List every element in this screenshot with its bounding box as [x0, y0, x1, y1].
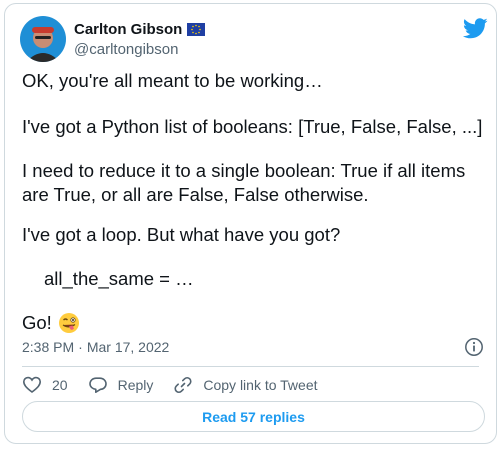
- author-name[interactable]: Carlton Gibson: [74, 21, 182, 38]
- tweet-card: Carlton Gibson @carltongibson OK, you're…: [4, 3, 497, 444]
- tweet-code-line: all_the_same = …: [44, 268, 194, 289]
- copy-link-button[interactable]: Copy link to Tweet: [173, 375, 318, 395]
- tweet-line-4: I've got a loop. But what have you got?: [22, 224, 341, 245]
- eu-flag-icon: [187, 23, 206, 36]
- tweet-line-2: I've got a Python list of booleans: [Tru…: [22, 116, 483, 137]
- tweet-line-3: I need to reduce it to a single boolean:…: [22, 160, 466, 205]
- copy-link-label: Copy link to Tweet: [203, 377, 318, 393]
- like-button[interactable]: 20: [22, 375, 68, 395]
- twitter-bird-icon[interactable]: [463, 18, 488, 39]
- reply-button[interactable]: Reply: [88, 375, 154, 395]
- tweet-actions: 20 Reply Copy link to Tweet: [22, 373, 338, 397]
- reply-bubble-icon: [88, 377, 107, 393]
- divider: [22, 366, 479, 367]
- avatar[interactable]: [20, 16, 66, 62]
- go-text: Go!: [22, 312, 52, 333]
- winking-face-with-tongue-emoji: [58, 313, 79, 333]
- tweet-date[interactable]: Mar 17, 2022: [87, 339, 170, 355]
- author-name-row[interactable]: Carlton Gibson: [74, 21, 206, 38]
- like-count: 20: [52, 377, 68, 393]
- heart-icon: [22, 376, 42, 394]
- tweet-line-1: OK, you're all meant to be working…: [22, 70, 323, 91]
- author-handle[interactable]: @carltongibson: [74, 41, 178, 58]
- info-icon[interactable]: [464, 337, 484, 357]
- timestamp-separator: ·: [78, 339, 83, 355]
- tweet-line-go: Go!: [22, 311, 80, 335]
- reply-label: Reply: [117, 377, 154, 393]
- read-replies-button[interactable]: Read 57 replies: [22, 401, 485, 432]
- tweet-time[interactable]: 2:38 PM: [22, 339, 74, 355]
- tweet-timestamp[interactable]: 2:38 PM · Mar 17, 2022: [22, 339, 169, 355]
- link-icon: [174, 376, 192, 394]
